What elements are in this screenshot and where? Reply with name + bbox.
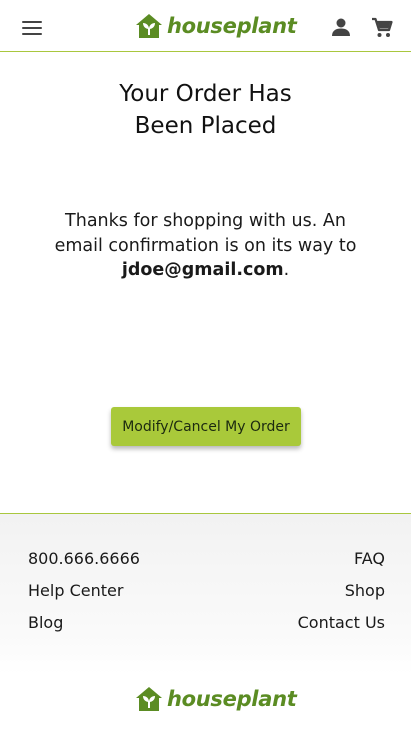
houseplant-logo-icon: [136, 14, 162, 38]
site-footer: 800.666.6666 Help Center Blog FAQ Shop C…: [0, 513, 411, 731]
footer-right-links: FAQ Shop Contact Us: [298, 543, 385, 639]
header-logo[interactable]: houseplant: [135, 13, 297, 39]
app-header: houseplant: [0, 0, 411, 52]
footer-link-faq[interactable]: FAQ: [298, 543, 385, 575]
footer-link-phone[interactable]: 800.666.6666: [28, 543, 140, 575]
footer-logo[interactable]: houseplant: [135, 686, 297, 712]
logo-wordmark: houseplant: [167, 687, 297, 711]
footer-link-shop[interactable]: Shop: [298, 575, 385, 607]
footer-link-contact-us[interactable]: Contact Us: [298, 607, 385, 639]
confirmation-email: jdoe@gmail.com: [121, 260, 284, 280]
message-text: Thanks for shopping with us. An email co…: [54, 211, 357, 256]
title-line-2: Been Placed: [134, 113, 277, 139]
message-suffix: .: [283, 260, 290, 280]
menu-icon[interactable]: [22, 21, 42, 35]
houseplant-logo-icon: [136, 687, 162, 711]
modify-cancel-order-button[interactable]: Modify/Cancel My Order: [111, 407, 301, 446]
confirmation-message: Thanks for shopping with us. An email co…: [40, 209, 371, 283]
footer-link-blog[interactable]: Blog: [28, 607, 140, 639]
footer-link-help-center[interactable]: Help Center: [28, 575, 140, 607]
footer-left-links: 800.666.6666 Help Center Blog: [28, 543, 140, 639]
account-icon[interactable]: [331, 18, 351, 36]
title-line-1: Your Order Has: [119, 81, 292, 107]
order-placed-title: Your Order Has Been Placed: [0, 78, 411, 142]
logo-wordmark: houseplant: [167, 14, 297, 38]
cart-icon[interactable]: [371, 17, 393, 39]
